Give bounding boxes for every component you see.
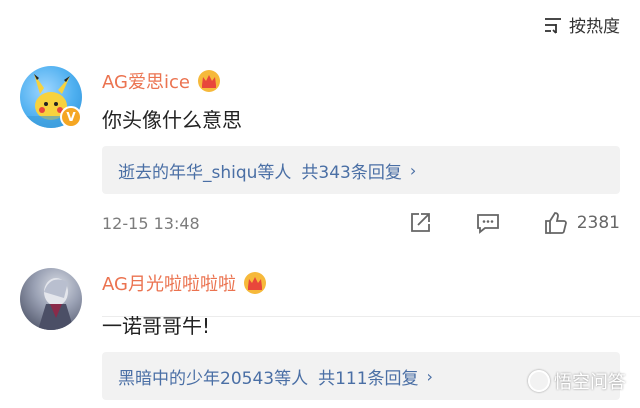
username[interactable]: AG爱思ice	[102, 68, 190, 94]
reply-count[interactable]: 共111条回复	[318, 364, 418, 389]
reply-names[interactable]: 逝去的年华_shiqu等人	[118, 158, 291, 183]
username-row[interactable]: AG爱思ice	[102, 68, 222, 94]
comment-timestamp: 12-15 13:48	[102, 214, 200, 233]
comment-text: 一诺哥哥牛!	[102, 314, 211, 338]
thumbs-up-icon	[544, 212, 567, 234]
avatar[interactable]	[20, 268, 82, 330]
chevron-right-icon: ›	[409, 160, 417, 180]
crown-badge-icon	[243, 272, 266, 294]
username-row[interactable]: AG月光啦啦啦啦	[102, 270, 268, 296]
chevron-right-icon: ›	[426, 366, 433, 386]
verified-v-icon: V	[60, 106, 82, 128]
reply-names[interactable]: 黑暗中的少年20543等人	[118, 364, 308, 389]
reply-button[interactable]	[475, 210, 501, 236]
comment-actions: 2381	[407, 210, 620, 236]
sort-label: 按热度	[569, 17, 620, 37]
comment-bubble-icon	[476, 214, 499, 234]
sort-by-hot-button[interactable]: 按热度	[543, 12, 620, 37]
like-count: 2381	[576, 213, 620, 233]
replies-preview[interactable]: 逝去的年华_shiqu等人 共343条回复 ›	[102, 146, 620, 194]
watermark: 悟空问答	[528, 368, 626, 394]
crown-badge-icon	[197, 70, 220, 92]
wukong-logo-icon	[528, 370, 550, 392]
character-avatar-icon	[38, 278, 74, 330]
watermark-text: 悟空问答	[554, 372, 626, 393]
share-icon	[410, 213, 430, 232]
sort-lines-icon	[545, 17, 561, 34]
username[interactable]: AG月光啦啦啦啦	[102, 270, 236, 296]
share-button[interactable]	[407, 210, 433, 236]
like-button[interactable]: 2381	[543, 210, 620, 236]
reply-count[interactable]: 共343条回复	[301, 158, 401, 183]
comment-text: 你头像什么意思	[102, 108, 242, 132]
